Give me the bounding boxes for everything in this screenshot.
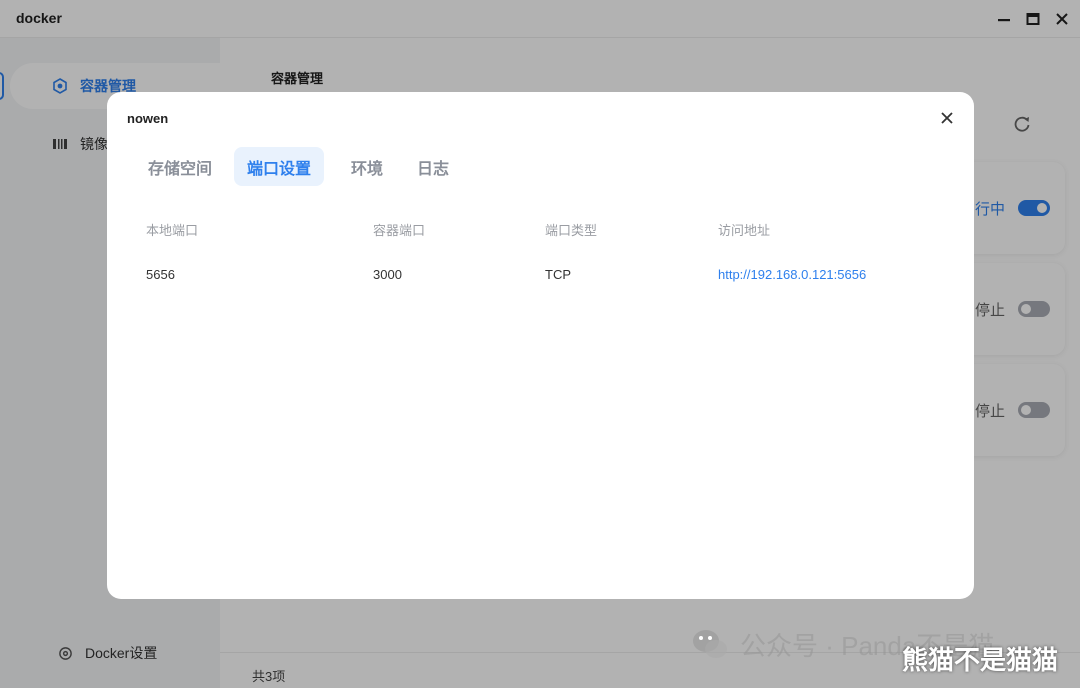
dialog-title: nowen [127,111,169,126]
watermark-overlay-text: 熊猫不是猫猫 [902,645,1059,675]
port-type-cell: TCP [545,267,571,282]
wechat-icon [693,630,727,658]
tab-storage[interactable]: 存储空间 [135,147,225,186]
column-header: 容器端口 [373,223,426,238]
column-header: 访问地址 [718,223,771,238]
column-header: 本地端口 [146,223,199,238]
container-port-cell: 3000 [373,267,402,282]
column-header: 端口类型 [545,223,598,238]
access-address-link[interactable]: http://192.168.0.121:5656 [718,267,866,282]
container-detail-dialog: nowen 存储空间 端口设置 环境 日志 本地端口 容器端口 端口类型 访问地… [107,92,974,599]
tab-ports[interactable]: 端口设置 [234,147,325,186]
local-port-cell: 5656 [146,267,175,282]
tab-logs[interactable]: 日志 [404,147,462,186]
tab-environment[interactable]: 环境 [338,147,396,186]
dialog-close-button[interactable] [937,108,957,128]
close-icon [941,112,953,124]
